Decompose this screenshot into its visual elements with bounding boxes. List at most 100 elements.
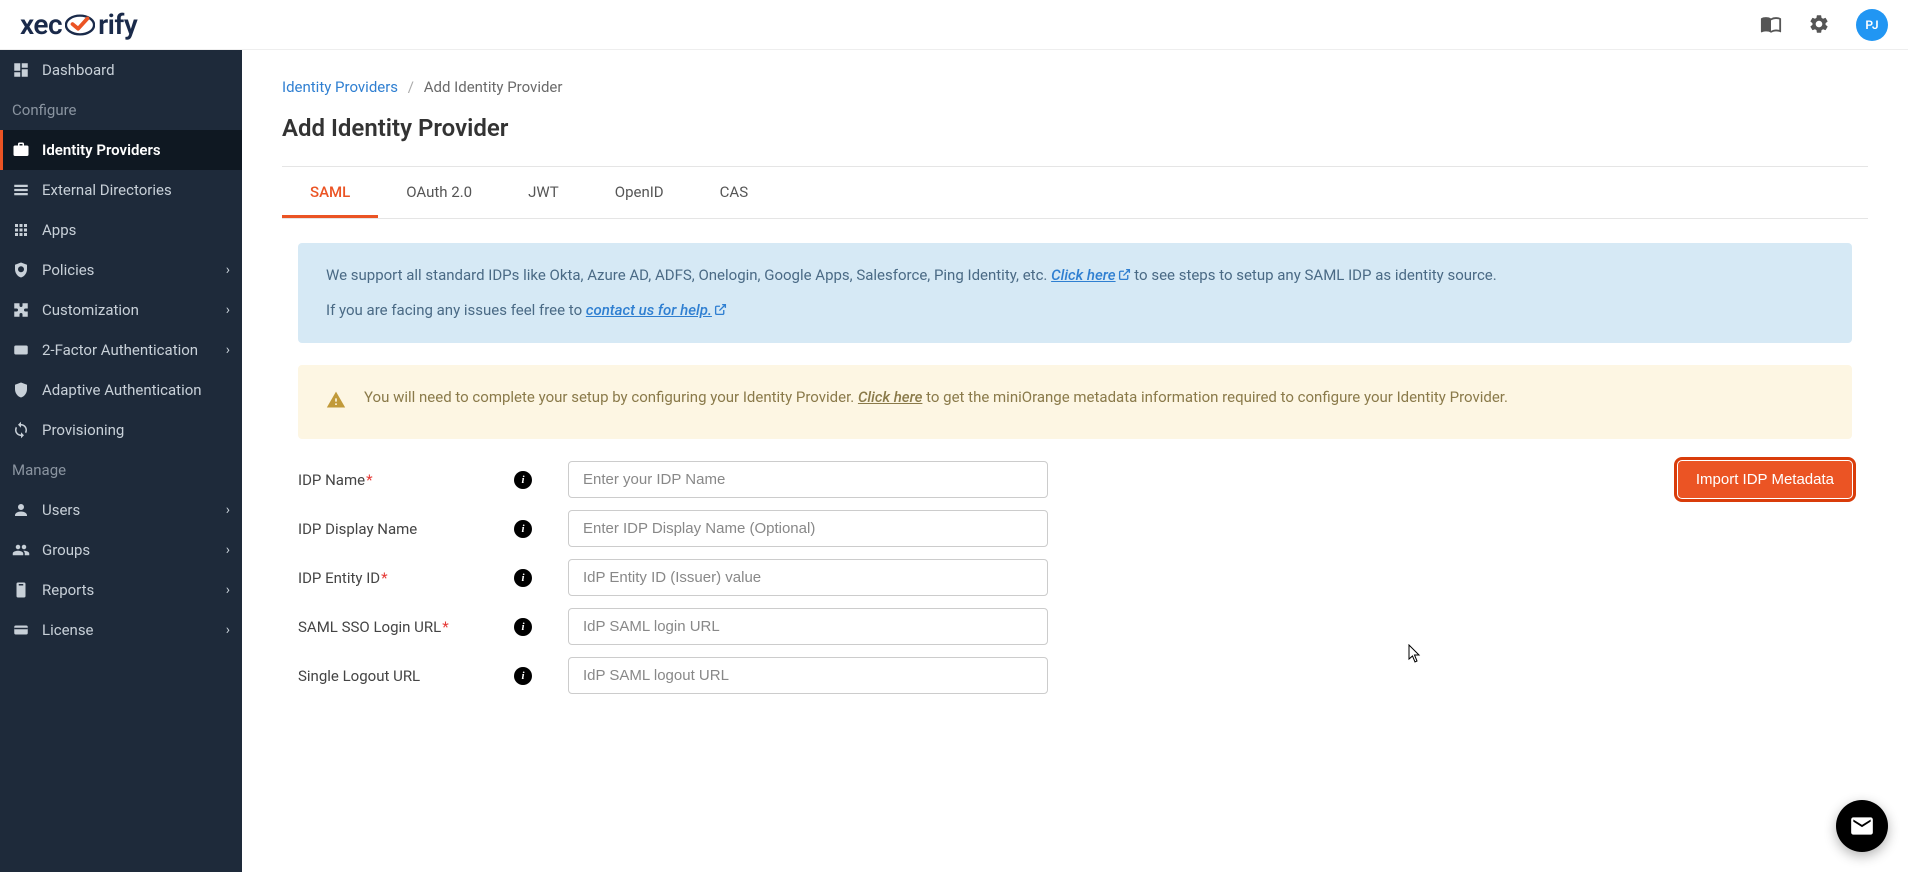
sidebar-item-2fa[interactable]: 2-Factor Authentication › — [0, 330, 242, 370]
sidebar-item-adaptive-auth[interactable]: Adaptive Authentication — [0, 370, 242, 410]
chevron-right-icon: › — [226, 582, 230, 598]
single-logout-url-input[interactable] — [568, 657, 1048, 694]
info-icon[interactable]: i — [514, 471, 532, 489]
top-header: xec rify PJ — [0, 0, 1908, 50]
sidebar-item-label: Provisioning — [42, 421, 124, 439]
sidebar-item-provisioning[interactable]: Provisioning — [0, 410, 242, 450]
sidebar-item-label: External Directories — [42, 181, 172, 199]
label-idp-display-name: IDP Display Name — [298, 520, 417, 538]
form-row-idp-entity-id: IDP Entity ID* i — [298, 559, 1852, 596]
breadcrumb: Identity Providers / Add Identity Provid… — [282, 78, 1868, 96]
sidebar-item-reports[interactable]: Reports › — [0, 570, 242, 610]
contact-link[interactable]: contact us for help. — [586, 301, 727, 319]
required-marker: * — [442, 618, 448, 636]
sidebar-item-identity-providers[interactable]: Identity Providers — [0, 130, 242, 170]
sidebar-section-manage: Manage — [0, 450, 242, 490]
label-single-logout-url: Single Logout URL — [298, 667, 420, 685]
info-icon[interactable]: i — [514, 520, 532, 538]
main-content: Identity Providers / Add Identity Provid… — [242, 50, 1908, 872]
import-idp-metadata-button[interactable]: Import IDP Metadata — [1678, 461, 1852, 498]
warning-text: You will need to complete your setup by … — [364, 388, 858, 406]
chevron-right-icon: › — [226, 262, 230, 278]
click-here-link[interactable]: Click here — [1051, 266, 1130, 284]
click-here-link-2[interactable]: Click here — [858, 388, 922, 406]
chevron-right-icon: › — [226, 502, 230, 518]
logo-text-1: xec — [20, 8, 62, 41]
tab-jwt[interactable]: JWT — [500, 167, 587, 218]
logo-text-2: rify — [98, 8, 137, 41]
sidebar-item-apps[interactable]: Apps — [0, 210, 242, 250]
puzzle-icon — [12, 301, 30, 319]
sidebar-item-label: Reports — [42, 581, 94, 599]
label-saml-sso-url: SAML SSO Login URL — [298, 618, 441, 636]
logo-check-icon — [64, 9, 96, 41]
sidebar-item-label: Customization — [42, 301, 139, 319]
dashboard-icon — [12, 61, 30, 79]
saml-sso-url-input[interactable] — [568, 608, 1048, 645]
shield-check-icon — [12, 381, 30, 399]
idp-display-name-input[interactable] — [568, 510, 1048, 547]
sidebar-item-customization[interactable]: Customization › — [0, 290, 242, 330]
tab-openid[interactable]: OpenID — [587, 167, 692, 218]
sync-icon — [12, 421, 30, 439]
tab-cas[interactable]: CAS — [692, 167, 776, 218]
card-icon — [12, 621, 30, 639]
header-right: PJ — [1760, 9, 1888, 41]
info-icon[interactable]: i — [514, 667, 532, 685]
sidebar: Dashboard Configure Identity Providers E… — [0, 50, 242, 872]
sidebar-item-dashboard[interactable]: Dashboard — [0, 50, 242, 90]
sidebar-item-groups[interactable]: Groups › — [0, 530, 242, 570]
idp-name-input[interactable] — [568, 461, 1048, 498]
form-row-saml-sso-login-url: SAML SSO Login URL* i — [298, 608, 1852, 645]
info-icon[interactable]: i — [514, 618, 532, 636]
label-idp-entity-id: IDP Entity ID — [298, 569, 380, 587]
form: IDP Name* i Import IDP Metadata IDP Disp… — [282, 461, 1868, 694]
label-idp-name: IDP Name — [298, 471, 365, 489]
briefcase-icon — [12, 141, 30, 159]
form-row-idp-display-name: IDP Display Name i — [298, 510, 1852, 547]
avatar[interactable]: PJ — [1856, 9, 1888, 41]
required-marker: * — [366, 471, 372, 489]
grid-icon — [12, 221, 30, 239]
page-title: Add Identity Provider — [282, 114, 1868, 142]
tab-oauth[interactable]: OAuth 2.0 — [378, 167, 500, 218]
info-text: If you are facing any issues feel free t… — [326, 301, 586, 319]
gear-icon[interactable] — [1808, 13, 1832, 37]
chevron-right-icon: › — [226, 622, 230, 638]
info-text: to see steps to setup any SAML IDP as id… — [1131, 266, 1497, 284]
external-link-icon — [714, 299, 727, 323]
group-icon — [12, 541, 30, 559]
external-link-icon — [1118, 264, 1131, 288]
warning-text: to get the miniOrange metadata informati… — [922, 388, 1508, 406]
sidebar-item-label: Apps — [42, 221, 76, 239]
sidebar-item-external-directories[interactable]: External Directories — [0, 170, 242, 210]
info-alert: We support all standard IDPs like Okta, … — [298, 243, 1852, 343]
logo[interactable]: xec rify — [20, 8, 137, 41]
sidebar-item-policies[interactable]: Policies › — [0, 250, 242, 290]
sidebar-item-label: Policies — [42, 261, 94, 279]
sidebar-item-label: License — [42, 621, 94, 639]
warning-alert: You will need to complete your setup by … — [298, 365, 1852, 439]
tab-saml[interactable]: SAML — [282, 167, 378, 218]
sidebar-item-users[interactable]: Users › — [0, 490, 242, 530]
required-marker: * — [381, 569, 387, 587]
tabs: SAML OAuth 2.0 JWT OpenID CAS — [282, 167, 1868, 219]
breadcrumb-current: Add Identity Provider — [424, 78, 563, 96]
shield-gear-icon — [12, 261, 30, 279]
info-text: We support all standard IDPs like Okta, … — [326, 266, 1051, 284]
keypad-icon — [12, 341, 30, 359]
breadcrumb-link[interactable]: Identity Providers — [282, 78, 398, 96]
idp-entity-id-input[interactable] — [568, 559, 1048, 596]
sidebar-item-license[interactable]: License › — [0, 610, 242, 650]
info-icon[interactable]: i — [514, 569, 532, 587]
mail-icon — [1849, 813, 1875, 839]
book-icon[interactable] — [1760, 13, 1784, 37]
chevron-right-icon: › — [226, 342, 230, 358]
chat-bubble[interactable] — [1836, 800, 1888, 852]
clipboard-icon — [12, 581, 30, 599]
breadcrumb-separator: / — [408, 78, 414, 96]
sidebar-item-label: Adaptive Authentication — [42, 381, 202, 399]
sidebar-item-label: Dashboard — [42, 61, 115, 79]
list-icon — [12, 181, 30, 199]
sidebar-section-configure: Configure — [0, 90, 242, 130]
